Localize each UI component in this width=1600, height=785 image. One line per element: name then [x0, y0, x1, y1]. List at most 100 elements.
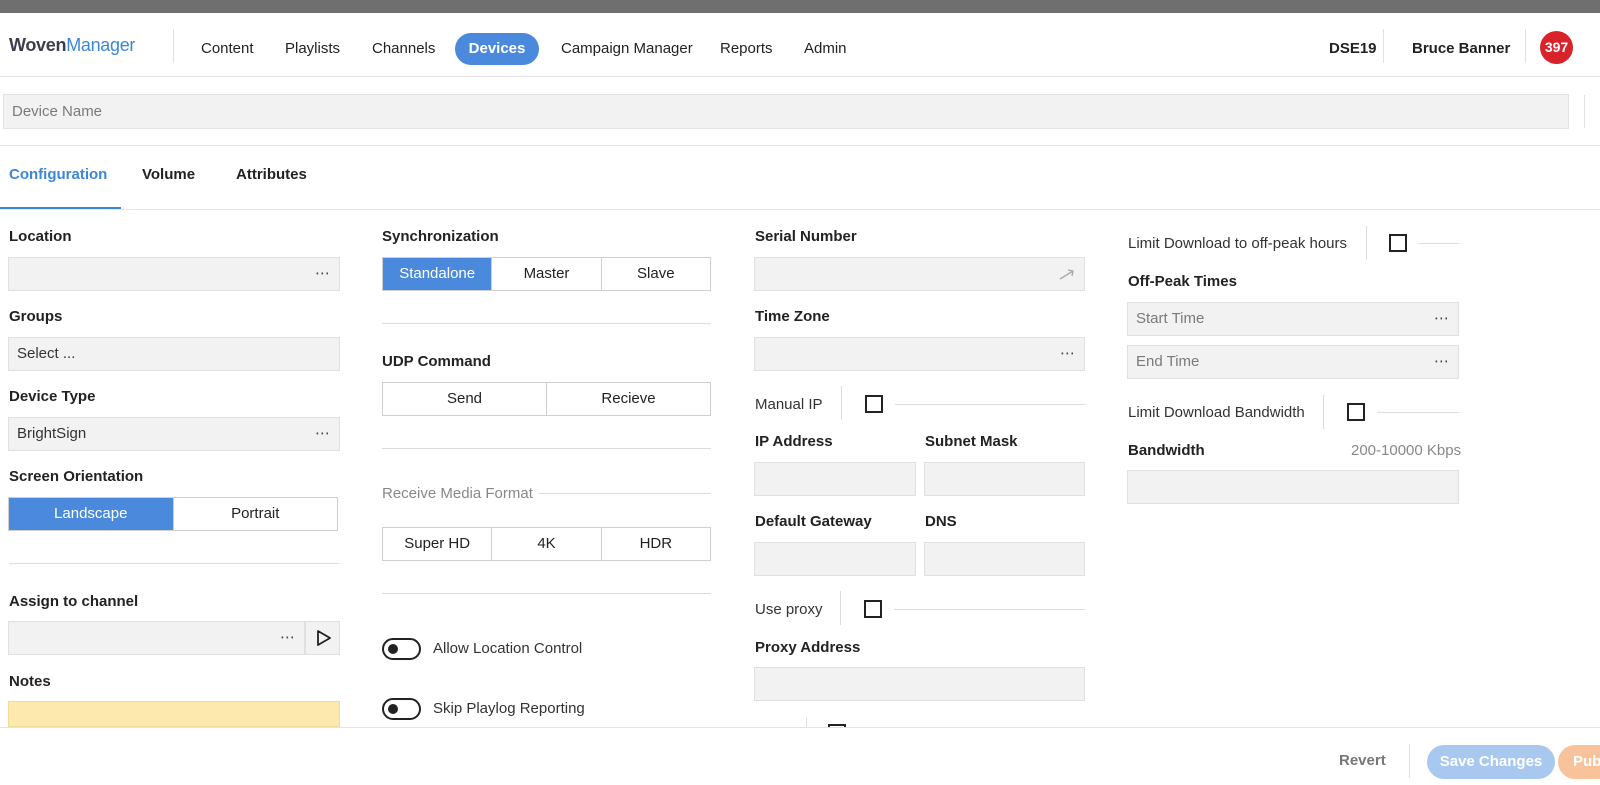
media-super-hd[interactable]: Super HD [383, 528, 493, 560]
allow-location-control-label: Allow Location Control [433, 640, 583, 657]
divider [1409, 744, 1410, 778]
device-name-input[interactable] [3, 94, 1569, 129]
skip-playlog-toggle[interactable] [382, 698, 421, 720]
serial-number-label: Serial Number [755, 228, 857, 245]
app-logo[interactable]: WovenManager [9, 35, 135, 56]
nav-divider [173, 29, 174, 63]
toggle-knob [388, 644, 398, 654]
nav-divider [1383, 29, 1384, 63]
device-type-value: BrightSign [17, 425, 87, 442]
udp-receive[interactable]: Recieve [547, 383, 710, 415]
channel-picker[interactable]: ⋯ [8, 621, 305, 655]
nav-admin[interactable]: Admin [804, 33, 847, 65]
divider [9, 563, 339, 564]
orientation-portrait[interactable]: Portrait [173, 498, 337, 530]
revert-button[interactable]: Revert [1339, 752, 1386, 769]
preview-channel-button[interactable] [305, 621, 340, 655]
edit-icon[interactable] [1058, 267, 1076, 281]
nav-playlists[interactable]: Playlists [285, 33, 340, 65]
window-top-strip [0, 0, 1600, 13]
time-zone-picker[interactable]: ⋯ [754, 337, 1085, 371]
divider [382, 323, 711, 324]
org-selector[interactable]: DSE19 [1329, 33, 1377, 65]
divider [1419, 243, 1459, 244]
limit-offpeak-label: Limit Download to off-peak hours [1128, 235, 1348, 252]
allow-location-control-toggle[interactable] [382, 638, 421, 660]
divider [840, 591, 841, 625]
divider [539, 493, 711, 494]
media-format-toggle: Super HD 4K HDR [382, 527, 711, 561]
more-icon[interactable]: ⋯ [1060, 338, 1076, 370]
limit-bandwidth-checkbox[interactable] [1347, 403, 1365, 421]
user-menu[interactable]: Bruce Banner [1412, 33, 1510, 65]
sync-standalone[interactable]: Standalone [383, 258, 493, 290]
synchronization-toggle: Standalone Master Slave [382, 257, 711, 291]
bandwidth-range-hint: 200-10000 Kbps [1351, 442, 1462, 459]
subnet-mask-label: Subnet Mask [925, 433, 1018, 450]
limit-offpeak-checkbox[interactable] [1389, 234, 1407, 252]
save-changes-button[interactable]: Save Changes [1427, 745, 1555, 779]
default-gateway-input[interactable] [754, 542, 916, 576]
tab-volume[interactable]: Volume [142, 166, 195, 183]
more-icon[interactable]: ⋯ [280, 622, 296, 654]
serial-number-field[interactable] [754, 257, 1085, 291]
tab-configuration[interactable]: Configuration [9, 166, 107, 183]
nav-content[interactable]: Content [201, 33, 254, 65]
skip-playlog-label: Skip Playlog Reporting [433, 700, 585, 717]
use-proxy-checkbox[interactable] [864, 600, 882, 618]
top-navbar: WovenManager Content Playlists Channels … [0, 13, 1600, 77]
end-time-picker[interactable]: End Time ⋯ [1127, 345, 1459, 379]
divider [841, 386, 842, 420]
bandwidth-label: Bandwidth [1128, 442, 1205, 459]
nav-divider [1525, 29, 1526, 63]
groups-select[interactable]: Select ... [8, 337, 340, 371]
dns-input[interactable] [924, 542, 1085, 576]
notification-badge[interactable]: 397 [1540, 31, 1573, 64]
proxy-address-input[interactable] [754, 667, 1085, 701]
udp-send[interactable]: Send [383, 383, 547, 415]
notes-label: Notes [9, 673, 51, 690]
more-icon[interactable]: ⋯ [1434, 346, 1450, 378]
media-4k[interactable]: 4K [492, 528, 602, 560]
device-type-label: Device Type [9, 388, 96, 405]
divider [895, 404, 1085, 405]
time-zone-label: Time Zone [755, 308, 830, 325]
offpeak-times-label: Off-Peak Times [1128, 273, 1237, 290]
more-icon[interactable]: ⋯ [315, 418, 331, 450]
default-gateway-label: Default Gateway [755, 513, 872, 530]
toggle-knob [388, 704, 398, 714]
start-time-picker[interactable]: Start Time ⋯ [1127, 302, 1459, 336]
udp-command-label: UDP Command [382, 353, 491, 370]
publish-button[interactable]: Pub [1558, 745, 1600, 779]
limit-bandwidth-label: Limit Download Bandwidth [1128, 404, 1305, 421]
divider [1366, 226, 1367, 260]
nav-channels[interactable]: Channels [372, 33, 435, 65]
play-icon [317, 630, 331, 646]
more-icon[interactable]: ⋯ [315, 258, 331, 290]
subnet-mask-input[interactable] [924, 462, 1085, 496]
orientation-landscape[interactable]: Landscape [9, 498, 174, 530]
divider [382, 448, 711, 449]
location-label: Location [9, 228, 72, 245]
groups-label: Groups [9, 308, 63, 325]
sync-master[interactable]: Master [492, 258, 602, 290]
device-type-field[interactable]: BrightSign ⋯ [8, 417, 340, 451]
ip-address-label: IP Address [755, 433, 833, 450]
notes-textarea[interactable] [8, 701, 340, 727]
nav-devices[interactable]: Devices [455, 33, 539, 65]
proxy-address-label: Proxy Address [755, 639, 861, 656]
divider [1584, 95, 1585, 128]
divider [382, 593, 711, 594]
ip-address-input[interactable] [754, 462, 916, 496]
manual-ip-checkbox[interactable] [865, 395, 883, 413]
media-hdr[interactable]: HDR [601, 528, 710, 560]
bandwidth-input[interactable] [1127, 470, 1459, 504]
nav-campaign-manager[interactable]: Campaign Manager [561, 33, 693, 65]
nav-reports[interactable]: Reports [720, 33, 773, 65]
divider [894, 609, 1085, 610]
synchronization-label: Synchronization [382, 228, 499, 245]
more-icon[interactable]: ⋯ [1434, 303, 1450, 335]
location-picker[interactable]: ⋯ [8, 257, 340, 291]
tab-attributes[interactable]: Attributes [236, 166, 307, 183]
sync-slave[interactable]: Slave [601, 258, 710, 290]
